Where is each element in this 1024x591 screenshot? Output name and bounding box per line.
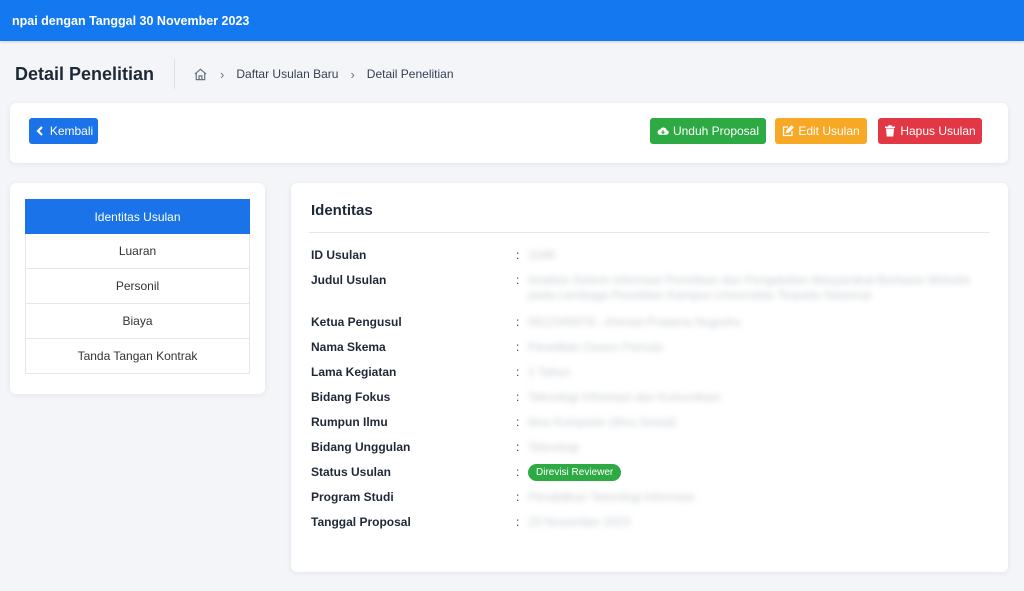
detail-colon: :: [516, 340, 520, 354]
detail-colon: :: [516, 315, 520, 329]
download-proposal-label: Unduh Proposal: [672, 124, 760, 138]
detail-colon: :: [516, 390, 520, 404]
identitas-card: Identitas ID Usulan : 1048 Judul Usulan …: [291, 183, 1008, 572]
detail-value: 0012345678 - Ahmad Pratama Nugroho: [528, 315, 741, 329]
detail-value: Ilmu Komputer (Ilmu Sosial): [528, 415, 677, 429]
back-button[interactable]: Kembali: [29, 118, 98, 144]
delete-usulan-label: Hapus Usulan: [900, 124, 976, 138]
detail-value: 23 November 2023: [528, 515, 631, 529]
detail-label: Bidang Unggulan: [311, 440, 411, 454]
edit-icon: [783, 125, 795, 137]
nav-item-label: Tanda Tangan Kontrak: [77, 349, 198, 363]
detail-row-bidang-fokus: Bidang Fokus : Teknologi Informasi dan K…: [311, 385, 991, 410]
page-title: Detail Penelitian: [15, 63, 155, 84]
nav-item-luaran[interactable]: Luaran: [25, 234, 250, 269]
delete-usulan-button[interactable]: Hapus Usulan: [878, 118, 982, 144]
detail-row-tanggal-proposal: Tanggal Proposal : 23 November 2023: [311, 510, 991, 535]
detail-colon: :: [516, 490, 520, 504]
detail-label: Tanggal Proposal: [311, 515, 411, 529]
breadcrumb-detail-penelitian: Detail Penelitian: [366, 67, 454, 81]
nav-item-personil[interactable]: Personil: [25, 269, 250, 304]
breadcrumb-daftar-usulan[interactable]: Daftar Usulan Baru: [236, 67, 338, 81]
nav-item-tanda-tangan-kontrak[interactable]: Tanda Tangan Kontrak: [25, 339, 250, 374]
home-icon[interactable]: [193, 67, 208, 82]
detail-row-bidang-unggulan: Bidang Unggulan : Teknologi: [311, 435, 991, 460]
detail-value: 1 Tahun: [528, 365, 571, 379]
detail-value: Direvisi Reviewer: [528, 460, 991, 485]
detail-colon: :: [516, 273, 520, 287]
detail-colon: :: [516, 465, 520, 479]
detail-value: Teknologi Informasi dan Komunikasi: [528, 390, 721, 404]
detail-label: Bidang Fokus: [311, 390, 391, 404]
detail-colon: :: [516, 515, 520, 529]
edit-usulan-button[interactable]: Edit Usulan: [775, 118, 867, 144]
detail-label: Status Usulan: [311, 465, 392, 479]
detail-value: Penelitian Dosen Pemula: [528, 340, 663, 354]
top-banner-text: npai dengan Tanggal 30 November 2023: [12, 13, 250, 28]
detail-colon: :: [516, 440, 520, 454]
section-sidebar: Identitas Usulan Luaran Personil Biaya T…: [10, 183, 265, 394]
detail-row-status-usulan: Status Usulan : Direvisi Reviewer: [311, 460, 991, 485]
detail-label: ID Usulan: [311, 248, 367, 262]
nav-item-label: Personil: [115, 279, 160, 293]
nav-item-label: Identitas Usulan: [94, 209, 181, 224]
trash-icon: [885, 125, 896, 137]
top-banner: npai dengan Tanggal 30 November 2023: [0, 0, 1024, 41]
chevron-left-icon: [36, 126, 43, 136]
actions-card: Kembali Unduh Proposal Edit Usulan Hapus…: [10, 103, 1008, 163]
header-divider: [174, 59, 176, 89]
detail-colon: :: [516, 248, 520, 262]
breadcrumb-separator-icon: ›: [350, 66, 355, 82]
detail-row-rumpun-ilmu: Rumpun Ilmu : Ilmu Komputer (Ilmu Sosial…: [311, 410, 991, 435]
identitas-details: ID Usulan : 1048 Judul Usulan : Analisis…: [311, 243, 991, 535]
detail-value: Pendidikan Teknologi Informasi: [528, 490, 694, 504]
detail-label: Ketua Pengusul: [311, 315, 402, 329]
download-proposal-button[interactable]: Unduh Proposal: [650, 118, 766, 144]
detail-label: Lama Kegiatan: [311, 365, 397, 379]
breadcrumb: › Daftar Usulan Baru › Detail Penelitian: [193, 66, 454, 82]
edit-usulan-label: Edit Usulan: [798, 124, 860, 138]
detail-label: Nama Skema: [311, 340, 386, 354]
detail-label: Rumpun Ilmu: [311, 415, 388, 429]
nav-item-identitas-usulan[interactable]: Identitas Usulan: [25, 199, 250, 234]
detail-value: Analisis Sistem Informasi Penelitian dan…: [528, 273, 971, 302]
nav-item-biaya[interactable]: Biaya: [25, 304, 250, 339]
detail-value: 1048: [528, 248, 555, 262]
detail-label: Judul Usulan: [311, 273, 387, 287]
back-button-label: Kembali: [49, 124, 94, 138]
detail-row-judul-usulan: Judul Usulan : Analisis Sistem Informasi…: [311, 268, 991, 310]
detail-row-id-usulan: ID Usulan : 1048: [311, 243, 991, 268]
section-divider: [309, 232, 990, 233]
breadcrumb-separator-icon: ›: [220, 66, 225, 82]
detail-value: Teknologi: [528, 440, 579, 454]
detail-colon: :: [516, 365, 520, 379]
detail-row-ketua-pengusul: Ketua Pengusul : 0012345678 - Ahmad Prat…: [311, 310, 991, 335]
page-header: Detail Penelitian › Daftar Usulan Baru ›…: [15, 56, 454, 92]
nav-item-label: Luaran: [118, 244, 157, 258]
nav-item-label: Biaya: [122, 314, 153, 328]
detail-row-program-studi: Program Studi : Pendidikan Teknologi Inf…: [311, 485, 991, 510]
detail-row-lama-kegiatan: Lama Kegiatan : 1 Tahun: [311, 360, 991, 385]
cloud-download-icon: [657, 127, 669, 135]
detail-row-nama-skema: Nama Skema : Penelitian Dosen Pemula: [311, 335, 991, 360]
section-nav-list: Identitas Usulan Luaran Personil Biaya T…: [25, 199, 250, 374]
detail-colon: :: [516, 415, 520, 429]
detail-label: Program Studi: [311, 490, 394, 504]
status-badge: Direvisi Reviewer: [528, 464, 622, 482]
section-title: Identitas: [311, 202, 373, 219]
